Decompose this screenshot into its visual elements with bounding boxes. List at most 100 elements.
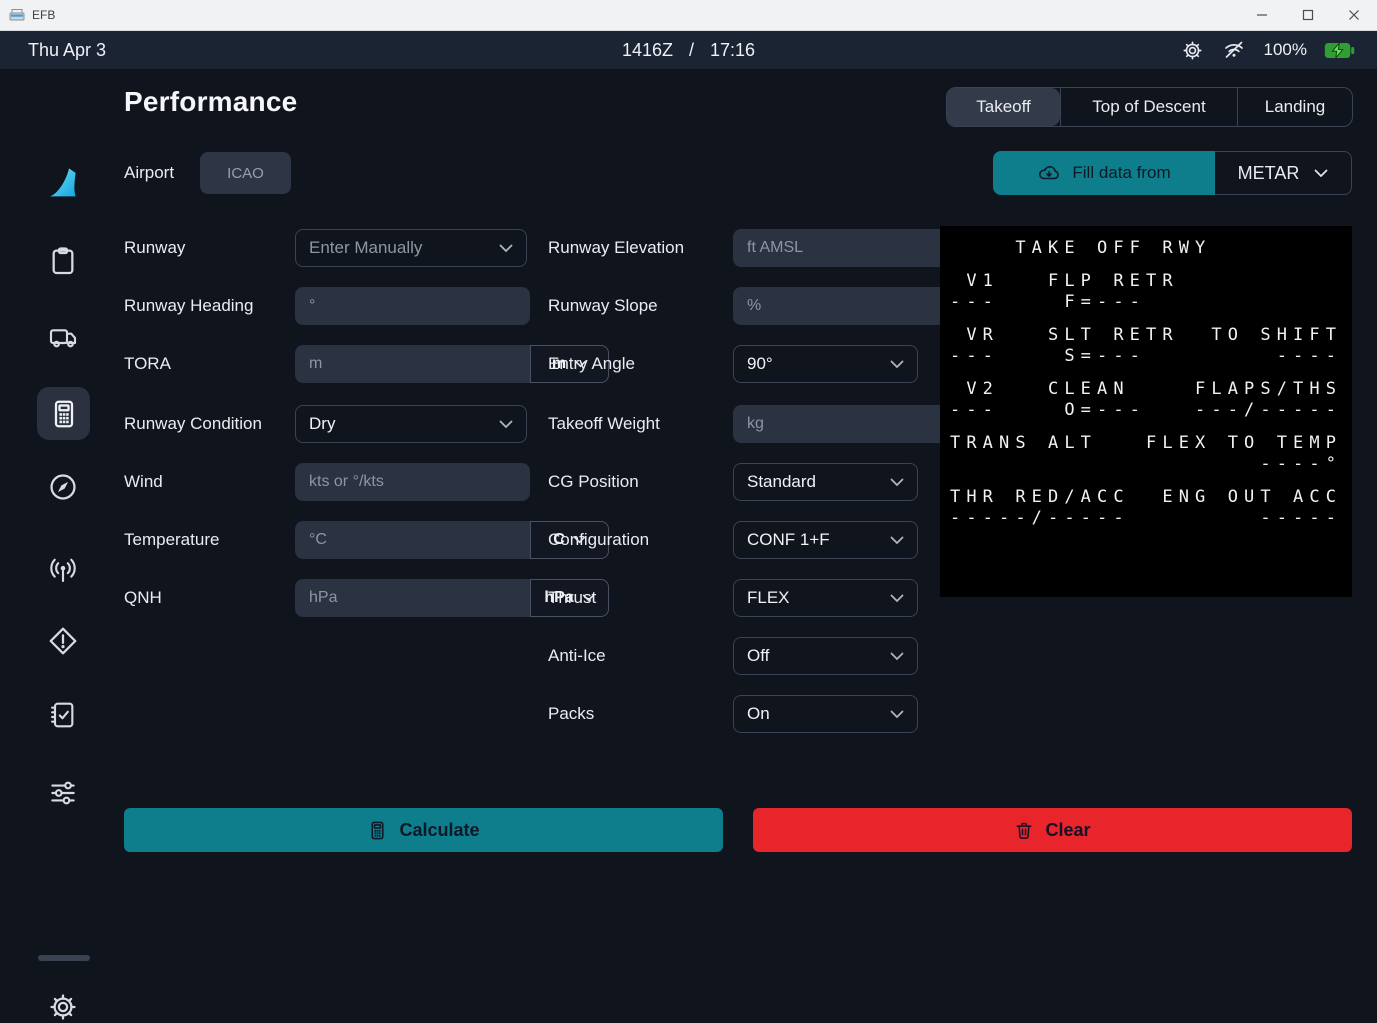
chevron-down-icon xyxy=(499,420,513,429)
close-button[interactable] xyxy=(1331,0,1377,30)
runway-condition-select[interactable]: Dry xyxy=(295,405,527,443)
tab-top-of-descent[interactable]: Top of Descent xyxy=(1061,88,1237,126)
temperature-label: Temperature xyxy=(124,530,295,550)
sidebar-item-flightplan[interactable] xyxy=(47,245,79,277)
app-window-icon xyxy=(9,7,25,23)
chevron-down-icon xyxy=(890,536,904,545)
field-row-cg-position: CG Position Standard xyxy=(548,463,918,501)
cg-position-value: Standard xyxy=(747,472,816,492)
form-right-column: Runway Elevation Runway Slope Entry Angl… xyxy=(548,229,918,753)
tora-label: TORA xyxy=(124,354,295,374)
broadcast-icon xyxy=(47,555,79,587)
runway-elevation-label: Runway Elevation xyxy=(548,238,733,258)
runway-heading-label: Runway Heading xyxy=(124,296,295,316)
thrust-select[interactable]: FLEX xyxy=(733,579,918,617)
anti-ice-value: Off xyxy=(747,646,769,666)
entry-angle-label: Entry Angle xyxy=(548,354,733,374)
field-row-runway-slope: Runway Slope xyxy=(548,287,918,325)
runway-label: Runway xyxy=(124,238,295,258)
runway-elevation-input[interactable] xyxy=(733,229,968,267)
anti-ice-select[interactable]: Off xyxy=(733,637,918,675)
field-row-runway-condition: Runway Condition Dry xyxy=(124,405,527,443)
tab-landing[interactable]: Landing xyxy=(1238,88,1352,126)
field-row-thrust: Thrust FLEX xyxy=(548,579,918,617)
sidebar-item-options[interactable] xyxy=(47,777,79,809)
calculate-button[interactable]: Calculate xyxy=(124,808,723,852)
clear-button[interactable]: Clear xyxy=(753,808,1352,852)
field-row-anti-ice: Anti-Ice Off xyxy=(548,637,918,675)
temperature-input[interactable] xyxy=(295,521,530,559)
sidebar-item-navigation[interactable] xyxy=(47,471,79,503)
qnh-label: QNH xyxy=(124,588,295,608)
qnh-input[interactable] xyxy=(295,579,530,617)
sidebar-item-radios[interactable] xyxy=(47,555,79,587)
runway-condition-value: Dry xyxy=(309,414,335,434)
field-row-takeoff-weight: Takeoff Weight kg xyxy=(548,405,918,443)
packs-select[interactable]: On xyxy=(733,695,918,733)
local-time: 17:16 xyxy=(710,40,755,61)
gear-icon xyxy=(47,991,79,1023)
cg-position-label: CG Position xyxy=(548,472,733,492)
airline-logo-icon xyxy=(47,164,79,202)
fill-data-button[interactable]: Fill data from xyxy=(993,151,1215,195)
thrust-label: Thrust xyxy=(548,588,733,608)
tab-takeoff[interactable]: Takeoff xyxy=(947,88,1060,126)
wind-label: Wind xyxy=(124,472,295,492)
mcdu-line: ----° xyxy=(950,454,1352,475)
field-row-packs: Packs On xyxy=(548,695,918,733)
checklist-icon xyxy=(47,699,79,731)
status-clock: 1416Z / 17:16 xyxy=(0,40,1377,61)
fill-source-value: METAR xyxy=(1238,163,1300,184)
runway-heading-input[interactable] xyxy=(295,287,530,325)
airport-label: Airport xyxy=(124,163,200,183)
titlebar: EFB xyxy=(0,0,1377,31)
anti-ice-label: Anti-Ice xyxy=(548,646,733,666)
runway-select-value: Enter Manually xyxy=(309,238,422,258)
field-row-qnh: QNH hPa xyxy=(124,579,527,617)
mcdu-line: THR RED/ACC ENG OUT ACC xyxy=(950,487,1352,508)
cg-position-select[interactable]: Standard xyxy=(733,463,918,501)
chevron-down-icon xyxy=(499,244,513,253)
minimize-button[interactable] xyxy=(1239,0,1285,30)
entry-angle-select[interactable]: 90° xyxy=(733,345,918,383)
alert-diamond-icon xyxy=(47,625,79,657)
sidebar-item-performance[interactable] xyxy=(37,387,90,440)
calculator-icon xyxy=(48,398,80,430)
fill-data-label: Fill data from xyxy=(1072,163,1170,183)
fill-source-select[interactable]: METAR xyxy=(1215,151,1352,195)
runway-slope-input[interactable] xyxy=(733,287,968,325)
tora-input[interactable] xyxy=(295,345,530,383)
truck-icon xyxy=(47,321,79,353)
wind-input[interactable] xyxy=(295,463,530,501)
runway-select[interactable]: Enter Manually xyxy=(295,229,527,267)
sidebar xyxy=(0,69,110,993)
packs-value: On xyxy=(747,704,770,724)
airport-icao-field[interactable] xyxy=(200,152,291,194)
takeoff-weight-label: Takeoff Weight xyxy=(548,414,733,434)
sidebar-item-alerts[interactable] xyxy=(47,625,79,657)
takeoff-weight-input[interactable] xyxy=(733,405,968,443)
maximize-icon xyxy=(1302,9,1314,21)
maximize-button[interactable] xyxy=(1285,0,1331,30)
field-row-tora: TORA m xyxy=(124,345,527,383)
sidebar-item-ground-services[interactable] xyxy=(47,321,79,353)
calculate-label: Calculate xyxy=(399,820,479,841)
field-row-entry-angle: Entry Angle 90° xyxy=(548,345,918,383)
mcdu-line: VR SLT RETR TO SHIFT xyxy=(950,325,1352,346)
mcdu-line: TRANS ALT FLEX TO TEMP xyxy=(950,433,1352,454)
cloud-download-icon xyxy=(1037,161,1061,185)
minimize-icon xyxy=(1256,9,1268,21)
field-row-runway: Runway Enter Manually xyxy=(124,229,527,267)
mcdu-line: --- F=--- xyxy=(950,292,1352,313)
sidebar-item-settings[interactable] xyxy=(47,991,79,1023)
sidebar-item-checklists[interactable] xyxy=(47,699,79,731)
field-row-configuration: Configuration CONF 1+F xyxy=(548,521,918,559)
field-row-runway-heading: Runway Heading xyxy=(124,287,527,325)
runway-slope-label: Runway Slope xyxy=(548,296,733,316)
field-row-runway-elevation: Runway Elevation xyxy=(548,229,918,267)
airport-icao-input[interactable] xyxy=(204,164,288,183)
chevron-down-icon xyxy=(890,710,904,719)
configuration-select[interactable]: CONF 1+F xyxy=(733,521,918,559)
mcdu-title-line: TAKE OFF RWY xyxy=(950,238,1352,259)
sidebar-divider xyxy=(38,955,90,961)
